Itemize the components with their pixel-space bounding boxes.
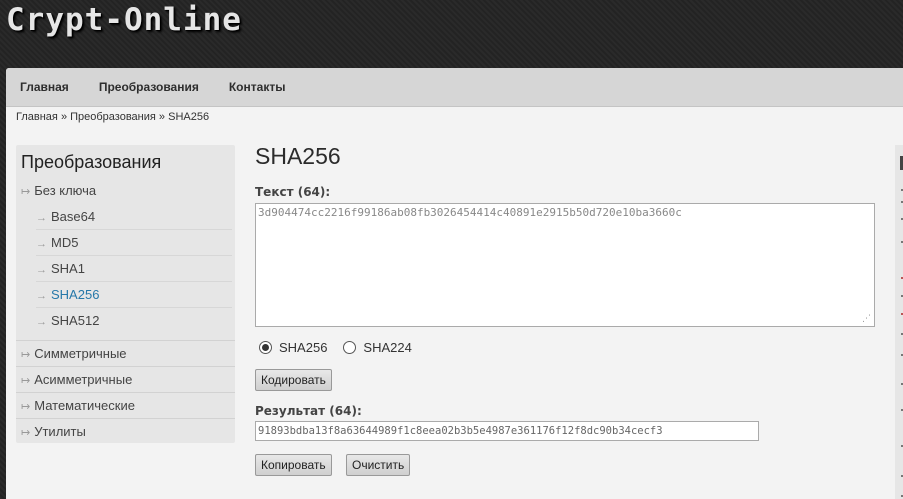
- breadcrumb-current: SHA256: [168, 111, 210, 123]
- breadcrumb-transformations[interactable]: Преобразования: [70, 111, 156, 123]
- clear-button[interactable]: Очистить: [346, 454, 411, 476]
- sidebar-item-asymmetric[interactable]: ↦ Асимметричные: [16, 366, 235, 392]
- page-title: SHA256: [255, 143, 341, 169]
- breadcrumb-home[interactable]: Главная: [16, 111, 58, 123]
- radio-sha256[interactable]: [259, 341, 272, 354]
- sidebar-item-symmetric[interactable]: ↦ Симметричные: [16, 340, 235, 366]
- arrow-icon: ↦: [21, 401, 31, 413]
- sidebar-item-base64[interactable]: → Base64: [36, 204, 232, 230]
- copy-button[interactable]: Копировать: [255, 454, 332, 476]
- result-field[interactable]: 91893bdba13f8a63644989f1c8eea02b3b5e4987…: [255, 421, 759, 441]
- arrow-icon: ↦: [21, 349, 31, 361]
- resize-grip-icon[interactable]: ⋰: [862, 315, 871, 324]
- sidebar-item-keyless[interactable]: ↦ Без ключа: [16, 178, 235, 204]
- right-panel: [895, 145, 903, 499]
- main-nav: Главная Преобразования Контакты: [6, 68, 903, 107]
- page-container: Главная Преобразования Контакты Главная …: [6, 68, 903, 499]
- site-logo[interactable]: Crypt-Online: [6, 2, 242, 38]
- sidebar-item-sha512[interactable]: → SHA512: [36, 308, 232, 334]
- text-label: Текст (64):: [255, 185, 331, 199]
- sidebar-item-mathematical[interactable]: ↦ Математические: [16, 392, 235, 418]
- arrow-icon: →: [36, 238, 47, 250]
- arrow-icon: →: [36, 290, 47, 302]
- arrow-icon: →: [36, 316, 47, 328]
- breadcrumb-separator: »: [158, 111, 166, 123]
- result-label: Результат (64):: [255, 404, 362, 418]
- arrow-icon: →: [36, 264, 47, 276]
- sidebar: Преобразования ↦ Без ключа → Base64 → MD5 →…: [16, 145, 235, 443]
- radio-selected-dot: [262, 344, 269, 351]
- breadcrumb-separator: »: [60, 111, 68, 123]
- arrow-icon: →: [36, 212, 47, 224]
- breadcrumb: Главная » Преобразования » SHA256: [16, 111, 209, 123]
- radio-sha256-label[interactable]: SHA256: [279, 340, 327, 355]
- sidebar-item-utilities[interactable]: ↦ Утилиты: [16, 418, 235, 444]
- arrow-icon: ↦: [21, 427, 31, 439]
- radio-sha224-label[interactable]: SHA224: [363, 340, 411, 355]
- nav-transformations[interactable]: Преобразования: [99, 80, 199, 94]
- nav-home[interactable]: Главная: [20, 80, 69, 94]
- sidebar-title: Преобразования: [21, 152, 162, 172]
- encode-button[interactable]: Кодировать: [255, 369, 332, 391]
- sidebar-item-md5[interactable]: → MD5: [36, 230, 232, 256]
- sidebar-item-sha256[interactable]: → SHA256: [36, 282, 232, 308]
- algorithm-radio-group: SHA256 SHA224: [259, 340, 428, 355]
- arrow-icon: ↦: [21, 186, 31, 198]
- arrow-icon: ↦: [21, 375, 31, 387]
- radio-sha224[interactable]: [343, 341, 357, 354]
- nav-contacts[interactable]: Контакты: [229, 80, 286, 94]
- text-input[interactable]: 3d904474cc2216f99186ab08fb3026454414c408…: [255, 203, 875, 327]
- sidebar-item-sha1[interactable]: → SHA1: [36, 256, 232, 282]
